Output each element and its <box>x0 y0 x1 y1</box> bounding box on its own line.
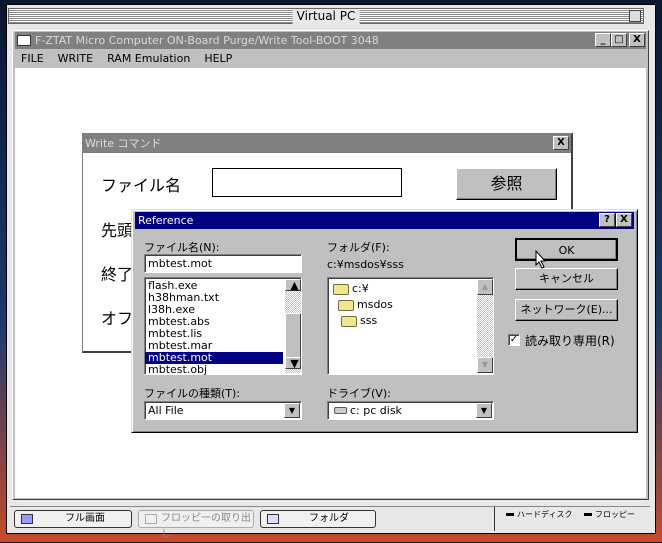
file-name-label: ファイル名 <box>101 176 182 195</box>
folder-name: msdos <box>357 298 393 311</box>
start-address-label: 先頭 <box>101 221 134 240</box>
reference-dialog: Reference ? X ファイル名(N): mbtest.mot flash… <box>131 209 638 433</box>
folder-tree: c:¥ msdos sss ▲ ▼ <box>327 277 494 375</box>
folder-name: c:¥ <box>352 282 369 295</box>
virtual-pc-titlebar[interactable]: Virtual PC <box>8 8 644 24</box>
hdd-led-icon <box>506 513 514 516</box>
drive-value: c: pc disk <box>350 404 402 417</box>
floppy-icon <box>145 514 157 524</box>
filetype-label: ファイルの種類(T): <box>144 387 241 400</box>
dropdown-arrow-icon[interactable]: ▼ <box>284 403 300 418</box>
write-dialog-close-button[interactable]: X <box>553 136 569 150</box>
reference-dialog-titlebar[interactable]: Reference ? X <box>135 212 634 229</box>
menu-bar: FILE WRITE RAM Emulation HELP <box>15 50 232 67</box>
browse-button[interactable]: 参照 <box>456 168 557 200</box>
open-folder-icon <box>333 283 349 295</box>
app-icon <box>17 35 31 46</box>
folder-name: sss <box>360 314 378 327</box>
filetype-select[interactable]: All File ▼ <box>144 401 302 420</box>
menu-ram-emulation[interactable]: RAM Emulation <box>107 50 190 67</box>
file-list-scrollbar[interactable]: ▲ ▼ <box>285 279 301 373</box>
network-button[interactable]: ネットワーク(E)... <box>515 299 618 321</box>
zoom-box-icon[interactable] <box>629 10 641 22</box>
minimize-button[interactable]: _ <box>595 33 611 47</box>
dropdown-arrow-icon[interactable]: ▼ <box>476 403 492 418</box>
write-dialog-titlebar[interactable]: Write コマンド X <box>83 134 571 153</box>
drive-label: ドライブ(V): <box>327 387 391 400</box>
folder-item[interactable]: c:¥ <box>333 282 369 295</box>
write-dialog-title: Write コマンド <box>85 137 162 150</box>
virtual-pc-title: Virtual PC <box>292 9 360 24</box>
app-titlebar[interactable]: F-ZTAT Micro Computer ON-Board Purge/Wri… <box>15 32 646 49</box>
mouse-cursor-icon <box>535 250 547 269</box>
maximize-button[interactable]: □ <box>611 33 627 47</box>
filetype-value: All File <box>148 404 184 417</box>
drive-select[interactable]: c: pc disk ▼ <box>327 401 494 420</box>
cancel-button[interactable]: キャンセル <box>515 268 618 290</box>
hdd-indicator: ハードディスク <box>506 509 572 520</box>
readonly-checkbox[interactable]: ✓ <box>508 334 520 346</box>
folder-item[interactable]: msdos <box>338 298 393 311</box>
scroll-down-icon[interactable]: ▼ <box>477 357 493 373</box>
floppy-indicator: フロッピー <box>584 509 635 520</box>
close-button[interactable]: X <box>629 33 645 47</box>
folder-scrollbar[interactable]: ▲ ▼ <box>477 279 493 373</box>
file-name-input[interactable] <box>212 168 402 197</box>
filename-label: ファイル名(N): <box>144 241 220 254</box>
scroll-thumb[interactable] <box>285 313 301 363</box>
fullscreen-icon <box>21 514 33 524</box>
divider <box>494 507 495 531</box>
folder-label-button: フォルダ <box>309 513 349 524</box>
menu-write[interactable]: WRITE <box>58 50 93 67</box>
floppy-led-icon <box>584 513 592 516</box>
reference-close-button[interactable]: X <box>616 213 632 227</box>
reference-dialog-title: Reference <box>138 214 194 227</box>
fullscreen-button[interactable]: フル画面 <box>14 510 132 528</box>
open-folder-icon <box>341 315 357 327</box>
menu-file[interactable]: FILE <box>21 50 44 67</box>
scroll-up-icon[interactable]: ▲ <box>285 279 301 292</box>
menu-help[interactable]: HELP <box>204 50 232 67</box>
folder-label: フォルダ(F): <box>327 241 390 254</box>
hdd-indicator-label: ハードディスク <box>517 510 573 519</box>
floppy-indicator-label: フロッピー <box>595 510 635 519</box>
virtual-pc-toolbar: フル画面 フロッピーの取り出し フォルダ ハードディスク フロッピー <box>10 506 650 540</box>
scroll-up-icon[interactable]: ▲ <box>477 279 493 295</box>
scroll-down-icon[interactable]: ▼ <box>285 357 301 370</box>
file-list-item[interactable]: mbtest.obj <box>145 364 301 376</box>
eject-floppy-label: フロッピーの取り出し <box>161 513 251 540</box>
end-address-label: 終了 <box>101 265 134 284</box>
ok-button[interactable]: OK <box>515 238 618 261</box>
folder-path: c:¥msdos¥sss <box>327 258 404 271</box>
readonly-label: 読み取り専用(R) <box>525 334 615 348</box>
help-button[interactable]: ? <box>599 213 615 227</box>
fullscreen-label: フル画面 <box>65 513 105 524</box>
app-title: F-ZTAT Micro Computer ON-Board Purge/Wri… <box>35 34 379 47</box>
folder-button[interactable]: フォルダ <box>260 510 376 528</box>
folder-icon <box>267 514 279 524</box>
filename-input[interactable]: mbtest.mot <box>144 254 302 273</box>
folder-item[interactable]: sss <box>341 314 377 327</box>
hard-disk-icon <box>334 407 347 414</box>
eject-floppy-button[interactable]: フロッピーの取り出し <box>138 510 254 540</box>
open-folder-icon <box>338 299 354 311</box>
file-list: flash.exe h38hman.txt l38h.exe mbtest.ab… <box>144 277 302 376</box>
offset-label: オフ <box>101 309 134 328</box>
